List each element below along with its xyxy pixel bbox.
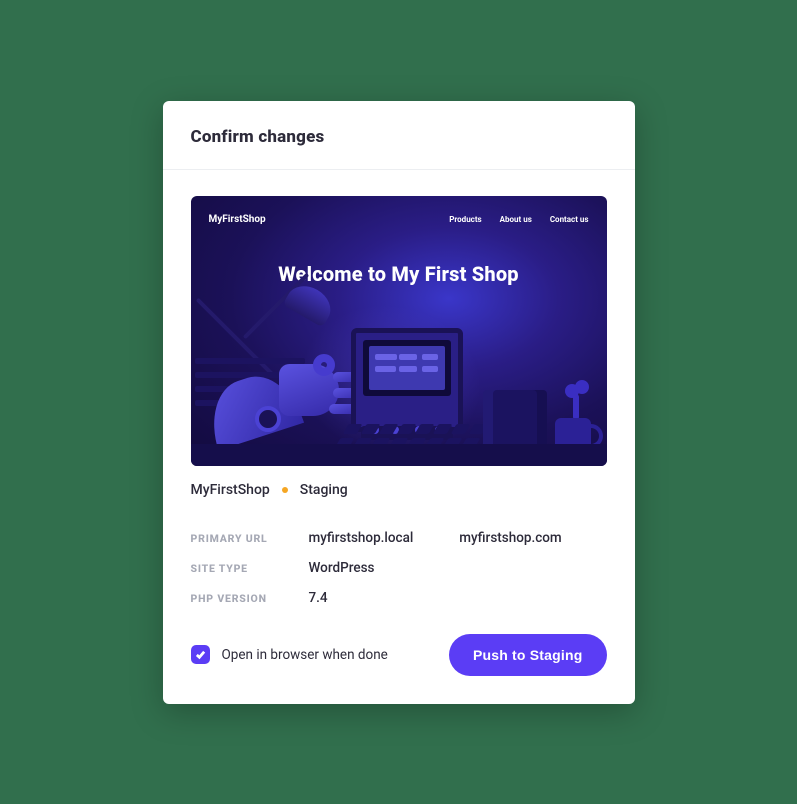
primary-url-remote: myfirstshop.com [459,530,561,546]
preview-hero-text: Welcome to My First Shop [191,262,607,286]
site-details: PRIMARY URL myfirstshop.local myfirstsho… [191,530,607,606]
preview-nav-item: Contact us [550,215,589,224]
site-environment: Staging [300,482,348,498]
modal-title: Confirm changes [191,127,607,147]
modal-header: Confirm changes [163,101,635,170]
modal-body: MyFirstShop Products About us Contact us… [163,170,635,704]
preview-brand: MyFirstShop [209,214,266,225]
site-type-value: WordPress [309,560,375,576]
site-name: MyFirstShop [191,482,270,498]
primary-url-label: PRIMARY URL [191,532,309,545]
preview-nav-item: About us [500,215,532,224]
site-preview-thumbnail: MyFirstShop Products About us Contact us… [191,196,607,466]
status-dot-icon [282,487,288,493]
preview-illustration [191,196,607,466]
modal-footer: Open in browser when done Push to Stagin… [191,634,607,676]
php-version-value: 7.4 [309,590,328,606]
open-in-browser-label: Open in browser when done [222,647,388,663]
php-version-label: PHP VERSION [191,592,309,605]
checkbox-checked-icon[interactable] [191,645,210,664]
site-type-label: SITE TYPE [191,562,309,575]
push-to-staging-button[interactable]: Push to Staging [449,634,607,676]
confirm-changes-modal: Confirm changes MyFirstShop Products Abo… [163,101,635,704]
primary-url-local: myfirstshop.local [309,530,414,546]
open-in-browser-option[interactable]: Open in browser when done [191,645,388,664]
preview-nav-item: Products [449,215,481,224]
site-identity-row: MyFirstShop Staging [191,482,607,498]
